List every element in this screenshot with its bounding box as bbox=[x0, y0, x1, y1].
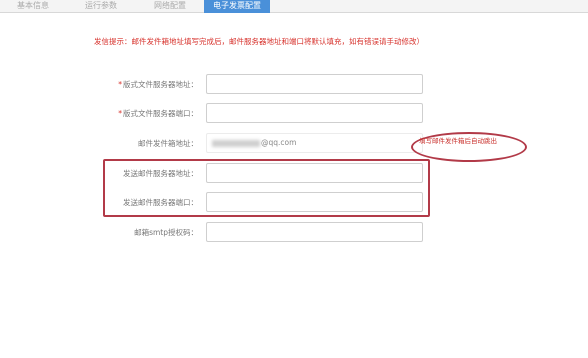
tab-bar: 基本信息 运行参数 网络配置 电子发票配置 bbox=[0, 0, 588, 13]
field-label: 邮箱smtp授权码： bbox=[134, 228, 198, 237]
field-label: 邮件发件箱地址： bbox=[138, 139, 198, 148]
tab-e-invoice-config[interactable]: 电子发票配置 bbox=[204, 0, 270, 13]
form-row-smtp-auth-code: 邮箱smtp授权码： bbox=[0, 222, 588, 242]
highlight-rectangle bbox=[103, 159, 430, 217]
field-label: *版式文件服务器端口： bbox=[118, 109, 198, 118]
field-label: *版式文件服务器地址： bbox=[118, 80, 198, 89]
form-row-layout-server-address: *版式文件服务器地址： bbox=[0, 74, 588, 94]
layout-server-port-input[interactable] bbox=[206, 103, 423, 123]
layout-server-address-input[interactable] bbox=[206, 74, 423, 94]
required-mark: * bbox=[118, 109, 122, 118]
smtp-auth-code-input[interactable] bbox=[206, 222, 423, 242]
tab-network-config[interactable]: 网络配置 bbox=[136, 0, 204, 13]
tab-basic-info[interactable]: 基本信息 bbox=[0, 0, 66, 13]
hint-text: 发信提示：邮件发件箱地址填写完成后，邮件服务器地址和端口将默认填充，如有错误请手… bbox=[94, 37, 424, 46]
form-row-layout-server-port: *版式文件服务器端口： bbox=[0, 103, 588, 123]
tab-runtime-params[interactable]: 运行参数 bbox=[66, 0, 136, 13]
required-mark: * bbox=[118, 80, 122, 89]
annotation-text: 填写邮件发件箱后自动跳出 bbox=[419, 137, 497, 145]
sender-email-value: @qq.com bbox=[212, 138, 296, 147]
blurred-text bbox=[212, 139, 260, 147]
